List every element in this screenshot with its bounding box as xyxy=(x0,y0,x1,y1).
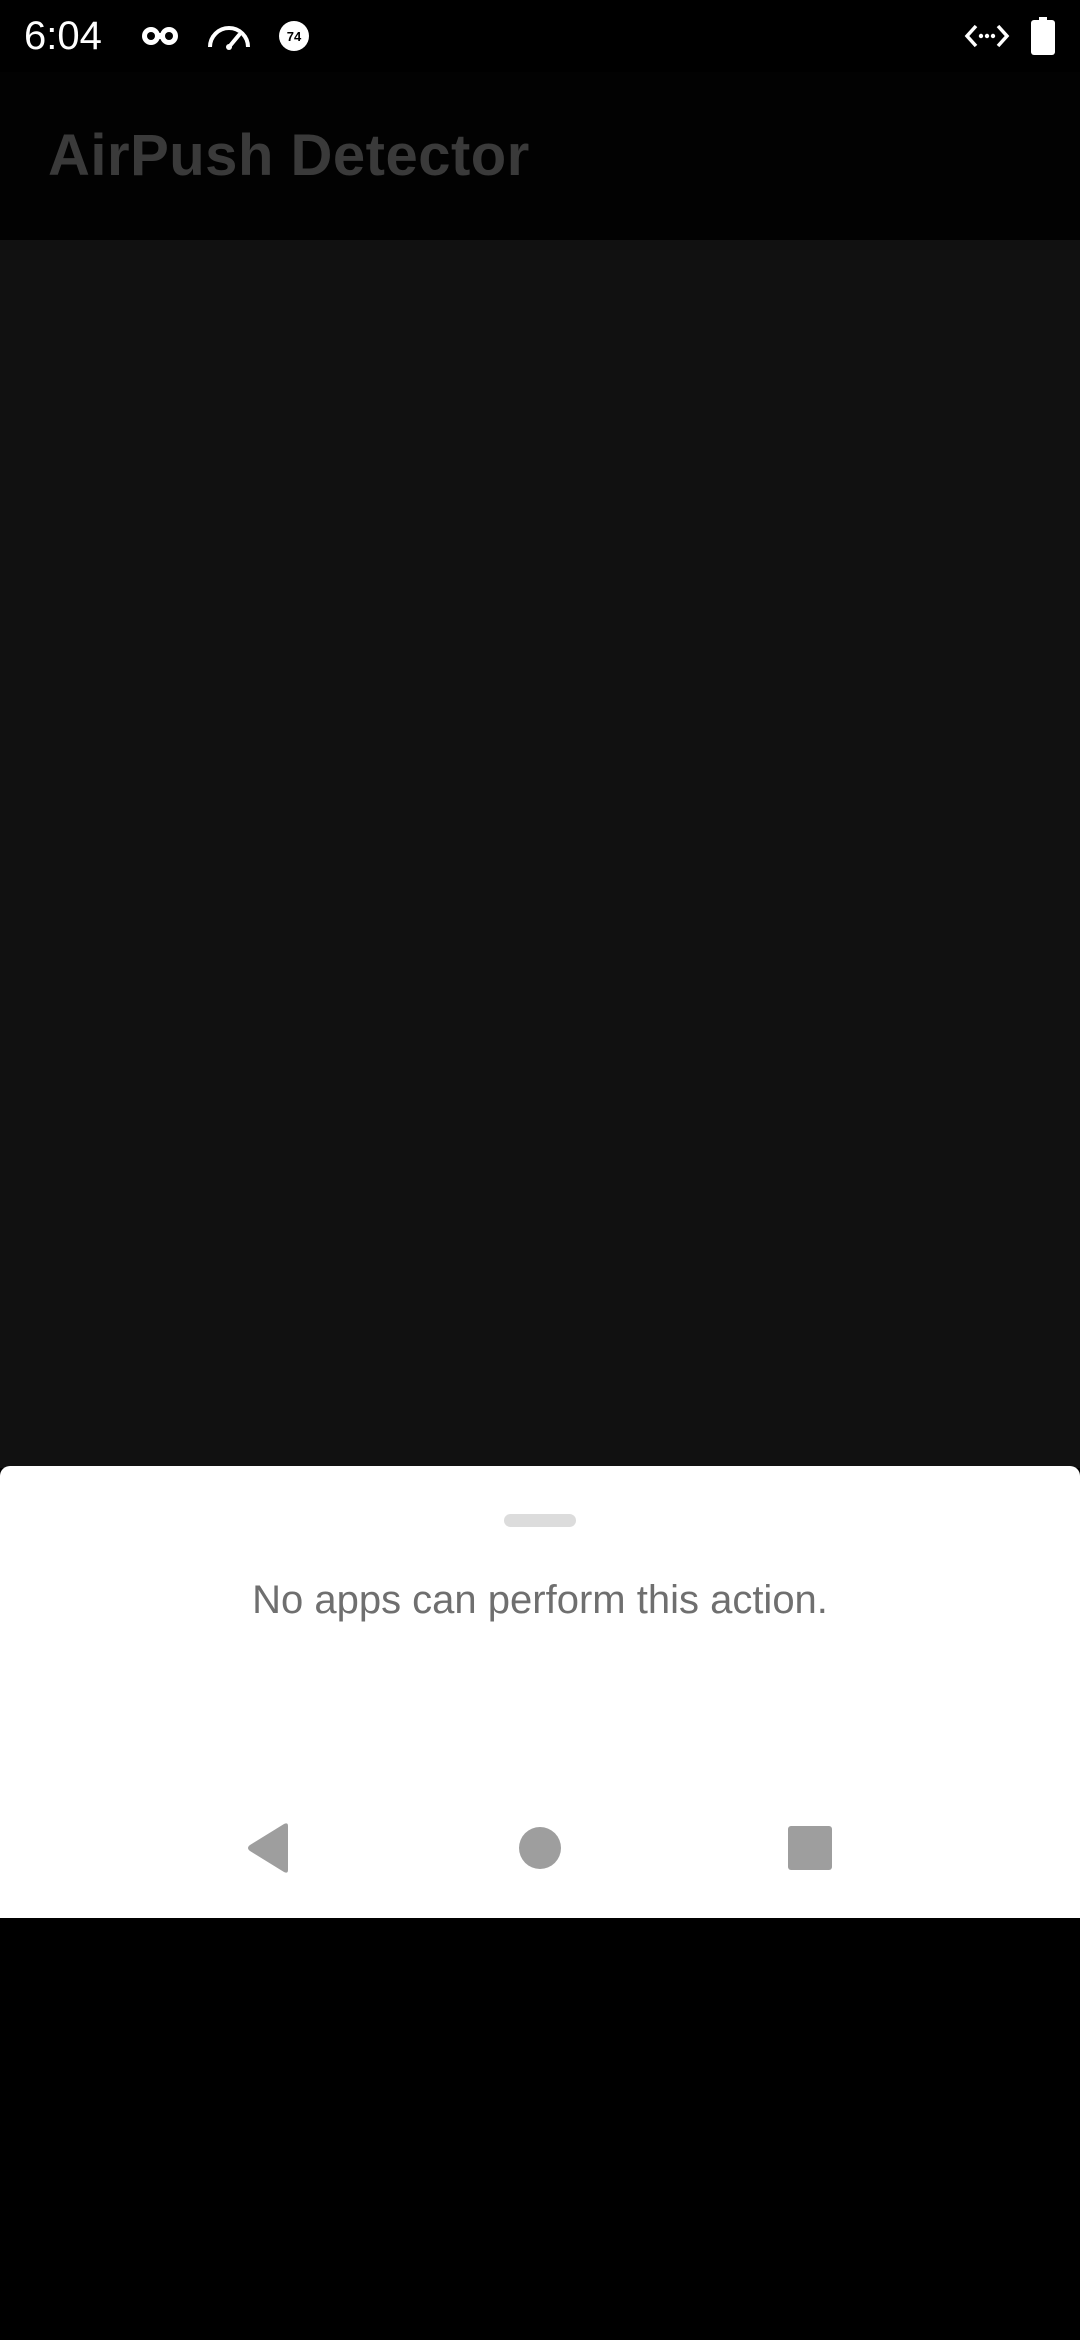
app-title: AirPush Detector xyxy=(48,123,530,188)
app-bar: AirPush Detector xyxy=(0,72,1080,240)
status-bar: 6:04 74 xyxy=(0,0,1080,72)
navigation-bar xyxy=(0,1780,1080,1916)
no-apps-message: No apps can perform this action. xyxy=(252,1578,828,1622)
back-button[interactable] xyxy=(220,1800,316,1896)
bottom-area xyxy=(0,1918,1080,2340)
code-arrows-icon xyxy=(964,18,1010,54)
recents-icon xyxy=(788,1826,832,1870)
recents-button[interactable] xyxy=(762,1800,858,1896)
screen: 6:04 74 AirPush Detector No apps can per… xyxy=(0,0,1080,2340)
speedometer-icon xyxy=(206,18,252,54)
content-area-scrim[interactable] xyxy=(0,240,1080,1468)
home-button[interactable] xyxy=(492,1800,588,1896)
data-saver-icon: 74 xyxy=(274,18,314,54)
status-time: 6:04 xyxy=(24,14,102,58)
battery-icon xyxy=(1030,17,1056,55)
drag-handle[interactable] xyxy=(504,1514,576,1527)
back-icon xyxy=(248,1823,288,1873)
incognito-icon xyxy=(140,18,180,54)
home-icon xyxy=(519,1827,561,1869)
data-saver-value: 74 xyxy=(287,29,302,44)
